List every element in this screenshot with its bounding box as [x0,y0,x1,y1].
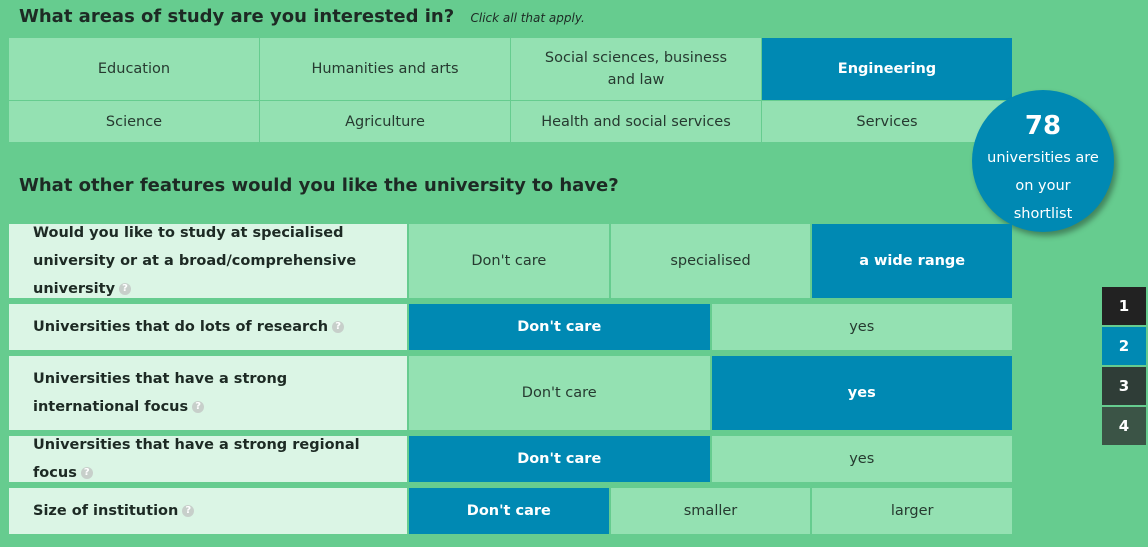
page-4-button[interactable]: 4 [1102,407,1146,445]
features-title: What other features would you like the u… [19,175,619,196]
feature-row-size: Size of institution? Don't care smaller … [9,488,1013,534]
area-option-health-social[interactable]: Health and social services [511,101,761,142]
shortlist-text: universities are on your shortlist [987,150,1099,222]
page-1-button[interactable]: 1 [1102,287,1146,325]
feature-label-text: Universities that do lots of research [33,319,329,335]
option-dont-care[interactable]: Don't care [409,436,710,482]
feature-options: Don't care smaller larger [409,488,1013,534]
feature-label: Would you like to study at specialised u… [9,224,407,298]
page-navigation: 1 2 3 4 [1102,287,1146,447]
area-option-humanities-arts[interactable]: Humanities and arts [260,38,510,100]
shortlist-count: 78 [1024,111,1062,141]
option-wide-range[interactable]: a wide range [812,224,1013,298]
feature-label: Universities that have a strong regional… [9,436,407,482]
feature-row-research: Universities that do lots of research? D… [9,304,1012,350]
option-dont-care[interactable]: Don't care [409,356,710,430]
areas-hint: Click all that apply. [470,11,585,25]
feature-label-text: Would you like to study at specialised u… [33,225,357,297]
help-icon[interactable]: ? [192,401,205,413]
help-icon[interactable]: ? [80,467,93,479]
option-yes[interactable]: yes [711,436,1012,482]
option-yes[interactable]: yes [711,304,1012,350]
option-dont-care[interactable]: Don't care [409,488,609,534]
areas-grid: Education Humanities and arts Social sci… [9,38,1012,142]
areas-question: What areas of study are you interested i… [19,6,585,30]
option-yes[interactable]: yes [711,356,1012,430]
page-2-button[interactable]: 2 [1102,327,1146,365]
option-dont-care[interactable]: Don't care [409,224,609,298]
shortlist-badge: 78 universities are on your shortlist [972,90,1114,232]
feature-row-international: Universities that have a strong internat… [9,356,1012,430]
feature-label: Universities that have a strong internat… [9,356,407,430]
option-dont-care[interactable]: Don't care [409,304,710,350]
option-smaller[interactable]: smaller [610,488,811,534]
help-icon[interactable]: ? [332,321,345,333]
help-icon[interactable]: ? [182,505,195,517]
area-option-science[interactable]: Science [9,101,259,142]
area-option-social-sciences[interactable]: Social sciences, business and law [511,38,761,100]
feature-options: Don't care yes [409,304,1012,350]
feature-options: Don't care specialised a wide range [409,224,1013,298]
area-option-engineering[interactable]: Engineering [762,38,1012,100]
feature-options: Don't care yes [409,356,1012,430]
option-specialised[interactable]: specialised [610,224,811,298]
area-option-agriculture[interactable]: Agriculture [260,101,510,142]
feature-label: Size of institution? [9,488,407,534]
option-larger[interactable]: larger [812,488,1013,534]
help-icon[interactable]: ? [119,283,132,295]
page-3-button[interactable]: 3 [1102,367,1146,405]
feature-options: Don't care yes [409,436,1012,482]
feature-label: Universities that do lots of research? [9,304,407,350]
feature-label-text: Size of institution [33,503,179,519]
feature-row-regional: Universities that have a strong regional… [9,436,1012,482]
feature-row-specialisation: Would you like to study at specialised u… [9,224,1013,298]
area-option-education[interactable]: Education [9,38,259,100]
feature-label-text: Universities that have a strong internat… [33,371,288,415]
areas-title: What areas of study are you interested i… [19,6,455,27]
